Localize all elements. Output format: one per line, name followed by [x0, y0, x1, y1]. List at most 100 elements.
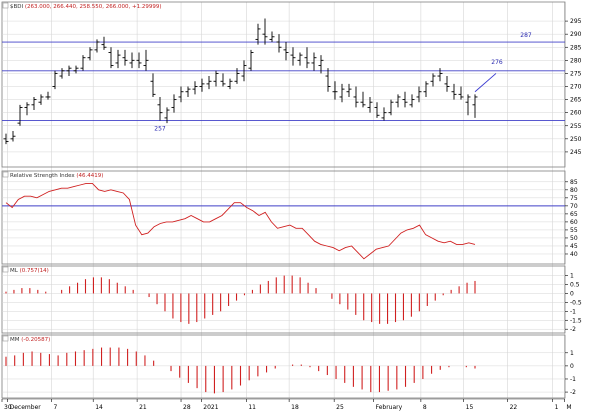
price-ytick-label: 290: [570, 31, 582, 38]
rsi-line: [5, 182, 476, 260]
rsi-ytick-label: 65: [570, 211, 578, 218]
mm-ytick-label: -2: [570, 389, 576, 396]
ohlc-bar: [451, 83, 457, 100]
mm-panel-icon[interactable]: [2, 335, 9, 342]
x-tick-label-15: 15: [466, 404, 474, 411]
level-287-label: 287: [520, 32, 532, 39]
ohlc-bar: [381, 107, 387, 121]
ohlc-bar: [192, 81, 198, 95]
x-tick-label-11: 11: [248, 404, 256, 411]
ml-ytick-label: -2: [570, 326, 576, 333]
ml-ytick-label: -0.5: [570, 299, 582, 306]
price-ytick-label: 245: [570, 149, 582, 156]
ohlc-bar: [283, 42, 289, 61]
rsi-frame: [1, 170, 566, 265]
ml-title-values: (0.757(14): [20, 268, 49, 274]
x-tick-label-21: 21: [139, 404, 147, 411]
x-tick-label-14: 14: [95, 404, 103, 411]
ohlc-bar: [444, 76, 450, 92]
x-tick-label-december: December: [10, 404, 42, 411]
rsi-ytick-label: 75: [570, 195, 578, 202]
ohlc-bar: [31, 96, 37, 111]
ml-ytick-label: -1: [570, 308, 576, 315]
ohlc-bar: [115, 49, 121, 69]
ohlc-bar: [24, 102, 30, 116]
price-ytick-label: 250: [570, 136, 582, 143]
ohlc-bar: [395, 94, 401, 108]
price-title: $BDI (263.000, 266.440, 258.550, 266.000…: [10, 4, 162, 10]
price-title-values: (263.000, 266.440, 258.550, 266.000, +1.…: [25, 4, 162, 10]
ohlc-bar: [325, 68, 331, 92]
ohlc-bar: [10, 130, 16, 142]
ohlc-bar: [458, 86, 464, 100]
ohlc-bar: [367, 96, 373, 113]
rsi-ytick-label: 70: [570, 203, 578, 210]
ohlc-bar: [213, 70, 219, 87]
ohlc-bar: [17, 104, 23, 126]
ohlc-bar: [311, 52, 317, 71]
chart-window: 245 250 255 260 265 270 275 280 285 290 295 $BDI (2…: [0, 0, 590, 415]
x-tick-label-1: 1: [555, 404, 559, 411]
ml-title: ML (0.757(14): [10, 268, 49, 274]
trendline[interactable]: [474, 73, 497, 93]
ohlc-bar: [465, 94, 471, 116]
vertical-gridlines: [1, 2, 565, 398]
price-panel-icon[interactable]: [2, 2, 9, 9]
price-ytick-label: 275: [570, 70, 582, 77]
ml-frame: [1, 265, 566, 334]
ohlc-bar: [472, 94, 478, 118]
price-ytick-label: 285: [570, 44, 582, 51]
x-tick-label-18: 18: [291, 404, 299, 411]
mm-ytick-label: 0: [570, 363, 574, 370]
ml-ytick-label: 0: [570, 290, 574, 297]
ohlc-bar: [297, 52, 303, 66]
ohlc-bar: [185, 86, 191, 97]
ohlc-bar: [430, 73, 436, 87]
ohlc-bar: [94, 39, 100, 53]
ohlc-bar: [80, 55, 86, 71]
rsi-title: Relative Strength Index (46.4419): [10, 173, 103, 179]
ohlc-bar: [73, 65, 79, 74]
ohlc-bar: [178, 86, 184, 103]
ml-ytick-label: -1.5: [570, 317, 582, 324]
ohlc-bar: [157, 96, 163, 121]
price-ytick-label: 295: [570, 18, 582, 25]
ohlc-bar: [199, 78, 205, 92]
rsi-ytick-label: 40: [570, 251, 578, 258]
rsi-ytick-label: 55: [570, 227, 578, 234]
mm-frame: [1, 334, 566, 399]
stock-chart: 245250255260265270275280285290295$BDI (2…: [1, 1, 582, 411]
mm-title-values: (-0.20587): [21, 337, 50, 343]
ohlc-bar: [374, 102, 380, 118]
x-tick-label-2021: 2021: [203, 404, 218, 411]
ml-ytick-label: 0.5: [570, 282, 580, 289]
rsi-ytick-label: 85: [570, 179, 578, 186]
rsi-ytick-label: 45: [570, 243, 578, 250]
ohlc-bar: [409, 94, 415, 108]
price-frame: [1, 1, 566, 168]
rsi-panel-icon[interactable]: [2, 171, 9, 178]
mm-ytick-label: -1: [570, 376, 576, 383]
ohlc-bar: [269, 31, 275, 43]
rsi-ytick-label: 50: [570, 235, 578, 242]
ohlc-bar: [332, 81, 338, 100]
ohlc-bar: [388, 99, 394, 116]
rsi-title-values: (46.4419): [76, 173, 103, 179]
mm-title: MM (-0.20587): [10, 337, 50, 343]
x-tick-label-25: 25: [336, 404, 344, 411]
ohlc-bar: [423, 81, 429, 97]
ohlc-bar: [227, 78, 233, 90]
x-tick-label-7: 7: [54, 404, 58, 411]
ohlc-bar: [304, 47, 310, 69]
price-ytick-label: 270: [570, 84, 582, 91]
ohlc-bar: [437, 68, 443, 82]
ohlc-bar: [45, 91, 51, 100]
x-tick-label-february: February: [376, 404, 403, 411]
ohlc-bar: [262, 18, 268, 45]
x-tick-label-28: 28: [183, 404, 191, 411]
x-tick-label-22: 22: [510, 404, 518, 411]
price-panel: 245 250 255 260 265 270 275 280 285 290 295 $BDI (2…: [1, 1, 582, 168]
ml-panel-icon[interactable]: [2, 266, 9, 273]
rsi-panel: 40455055606570758085 Relative Strength In…: [1, 170, 578, 265]
ohlc-bar: [290, 47, 296, 66]
